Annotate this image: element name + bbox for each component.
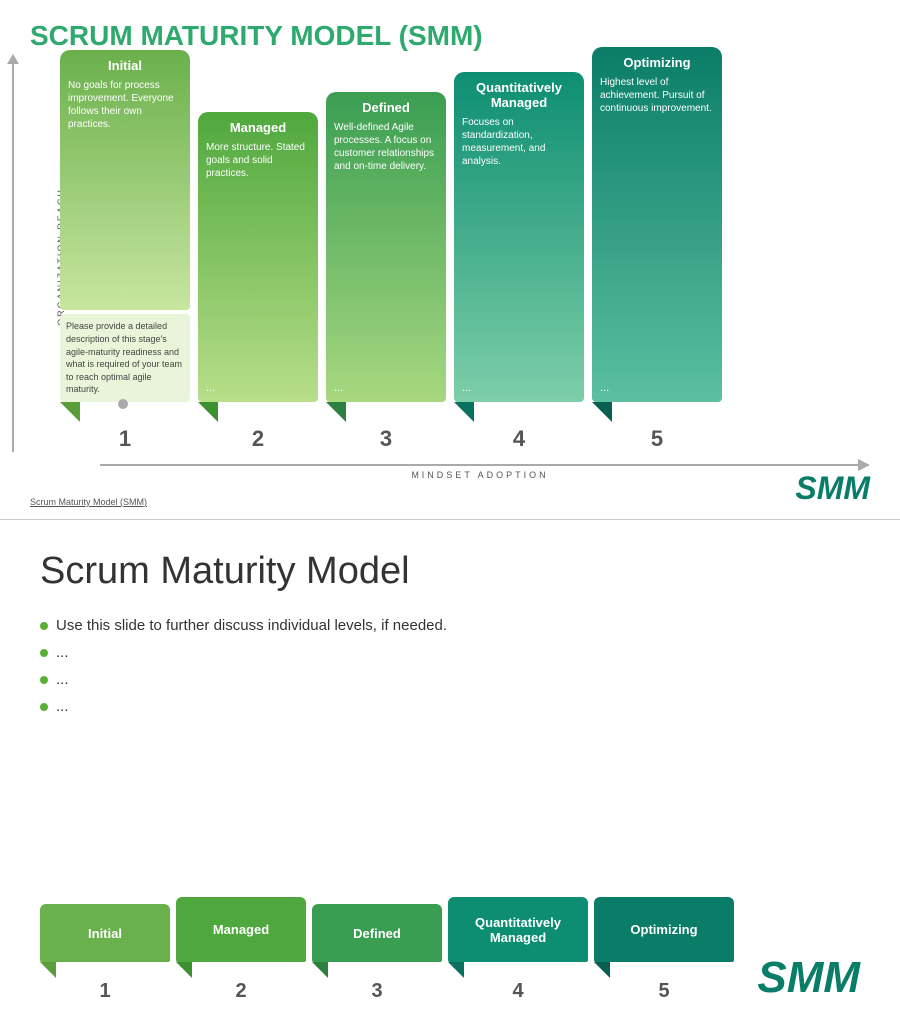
top-slide-title: SCRUM MATURITY MODEL (SMM) [30,20,870,52]
col-2: Managed More structure. Stated goals and… [198,112,318,452]
stage-4-title: Quantitatively Managed [475,915,561,945]
stage-5: Optimizing 5 [594,897,734,1003]
bullet-item-2: ... [40,671,860,688]
stage-4-tab [448,962,464,978]
col-5-title: Optimizing [600,55,714,70]
col-4-desc: Focuses on standardization, measurement,… [462,116,576,378]
col-5-tab [592,402,612,422]
stage-4: Quantitatively Managed 4 [448,897,588,1003]
col-4-card: Quantitatively Managed Focuses on standa… [454,72,584,402]
col-2-number: 2 [252,426,264,452]
col-1: Initial No goals for process improvement… [60,50,190,452]
x-axis-line [100,464,860,466]
col-3-card: Defined Well-defined Agile processes. A … [326,92,446,402]
stage-3: Defined 3 [312,904,442,1003]
col-1-number: 1 [119,426,131,452]
col-1-extra: Please provide a detailed description of… [60,314,190,402]
col-5: Optimizing Highest level of achievement.… [592,47,722,452]
col-2-dots: ... [206,382,310,394]
stage-5-tab [594,962,610,978]
col-5-card: Optimizing Highest level of achievement.… [592,47,722,402]
y-axis-arrow [12,62,14,452]
col-4-tab [454,402,474,422]
bottom-stages: Initial 1 Managed 2 Defined 3 [40,897,860,1003]
stage-2-number: 2 [235,980,246,1003]
stage-2-card: Managed [176,897,306,962]
stage-3-title: Defined [353,926,401,941]
stage-5-title: Optimizing [630,922,697,937]
col-3: Defined Well-defined Agile processes. A … [326,92,446,452]
footer-link: Scrum Maturity Model (SMM) [30,497,147,507]
bottom-slide-title: Scrum Maturity Model [40,550,860,593]
stage-3-tab [312,962,328,978]
col-4-dots: ... [462,382,576,394]
bullet-dot-0 [40,622,48,630]
bullet-item-3: ... [40,698,860,715]
col-3-number: 3 [380,426,392,452]
bullet-text-1: ... [56,644,69,661]
stage-3-card: Defined [312,904,442,962]
stage-1-number: 1 [99,980,110,1003]
bullet-list: Use this slide to further discuss indivi… [40,617,860,715]
col-1-card: Initial No goals for process improvement… [60,50,190,310]
stage-1-title: Initial [88,926,122,941]
bullet-item-1: ... [40,644,860,661]
stage-4-number: 4 [512,980,523,1003]
bottom-slide: Scrum Maturity Model Use this slide to f… [0,520,900,1033]
col-5-number: 5 [651,426,663,452]
bullet-text-3: ... [56,698,69,715]
col-5-desc: Highest level of achievement. Pursuit of… [600,76,714,378]
stage-1: Initial 1 [40,904,170,1003]
stage-1-tab [40,962,56,978]
col-2-title: Managed [206,120,310,135]
col-4-number: 4 [513,426,525,452]
col-3-title: Defined [334,100,438,115]
smm-logo-bottom: SMM [757,953,860,1003]
top-slide: SCRUM MATURITY MODEL (SMM) ORGANIZATION … [0,0,900,520]
stage-2-tab [176,962,192,978]
col-2-card: Managed More structure. Stated goals and… [198,112,318,402]
bullet-text-2: ... [56,671,69,688]
col-1-title: Initial [68,58,182,73]
top-slide-footer: Scrum Maturity Model (SMM) SMM [30,470,870,507]
smm-logo-top: SMM [795,470,870,507]
col-4-title: Quantitatively Managed [462,80,576,110]
col-1-desc: No goals for process improvement. Everyo… [68,79,182,302]
stage-3-number: 3 [371,980,382,1003]
bullet-item-0: Use this slide to further discuss indivi… [40,617,860,634]
x-axis-origin-dot [118,399,128,409]
bullet-dot-2 [40,676,48,684]
bullet-dot-1 [40,649,48,657]
bullet-dot-3 [40,703,48,711]
col-1-tab [60,402,80,422]
stage-2-title: Managed [213,922,269,937]
col-3-desc: Well-defined Agile processes. A focus on… [334,121,438,378]
stage-5-number: 5 [658,980,669,1003]
col-2-desc: More structure. Stated goals and solid p… [206,141,310,378]
stage-2: Managed 2 [176,897,306,1003]
stage-4-card: Quantitatively Managed [448,897,588,962]
stage-1-card: Initial [40,904,170,962]
columns-container: Initial No goals for process improvement… [60,62,870,452]
col-5-dots: ... [600,382,714,394]
stage-5-card: Optimizing [594,897,734,962]
col-2-tab [198,402,218,422]
col-4: Quantitatively Managed Focuses on standa… [454,72,584,452]
bullet-text-0: Use this slide to further discuss indivi… [56,617,447,634]
col-3-dots: ... [334,382,438,394]
col-3-tab [326,402,346,422]
